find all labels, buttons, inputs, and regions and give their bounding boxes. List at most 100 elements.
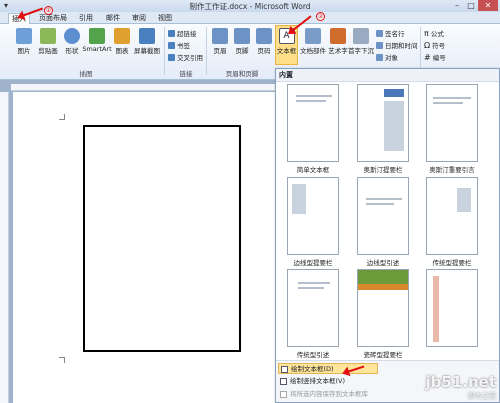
wordart-button[interactable]: 艺术字 — [326, 26, 350, 64]
tab-page-layout[interactable]: 页面布局 — [36, 13, 70, 24]
tab-view[interactable]: 视图 — [156, 13, 174, 24]
pagenum-button[interactable]: 页码 — [252, 26, 276, 64]
text-line — [298, 287, 324, 289]
textbox-gallery: 内置 简单文本框 奥斯汀提要栏 奥斯汀重要引言 边线型提要栏 边线型引述 传统型… — [275, 68, 500, 403]
separator — [164, 27, 165, 75]
symbol-label: 符号 — [432, 42, 446, 50]
hash-icon: # — [424, 53, 431, 62]
picture-button[interactable]: 图片 — [12, 26, 36, 64]
equation-label: 公式 — [430, 30, 444, 38]
bookmark-button[interactable]: 书签 — [168, 40, 190, 50]
picture-label: 图片 — [17, 47, 31, 55]
hyperlink-icon — [168, 30, 175, 37]
draw-vertical-textbox-icon — [280, 378, 287, 385]
bookmark-label: 书签 — [177, 42, 190, 50]
vertical-ruler[interactable] — [0, 92, 9, 403]
shapes-button[interactable]: 形状 — [60, 26, 84, 64]
side-stripe — [433, 276, 439, 342]
group-label-links: 链接 — [179, 70, 193, 78]
text-line — [296, 100, 326, 102]
close-button[interactable]: ✕ — [478, 0, 498, 11]
gallery-item-9[interactable] — [426, 269, 478, 347]
crossref-button[interactable]: 交叉引用 — [168, 52, 203, 62]
gallery-item-traditional-quote[interactable] — [287, 269, 339, 347]
orange-band — [358, 284, 408, 290]
sidebar-block — [457, 188, 471, 212]
maximize-button[interactable]: □ — [464, 0, 478, 11]
docparts-button[interactable]: 文档部件 — [300, 26, 326, 64]
separator — [206, 27, 207, 75]
text-line — [366, 203, 394, 205]
smartart-label: SmartArt — [82, 45, 112, 53]
gallery-caption: 边线型引述 — [366, 259, 400, 267]
signature-line-label: 签名行 — [385, 30, 405, 38]
gallery-item-austin-quote[interactable] — [426, 84, 478, 162]
object-button[interactable]: 对象 — [376, 52, 398, 62]
gallery-item-tile-sidebar[interactable] — [357, 269, 409, 347]
clipart-button[interactable]: 剪贴画 — [36, 26, 60, 64]
smartart-button[interactable]: SmartArt — [82, 26, 112, 64]
margin-corner — [59, 357, 65, 363]
hyperlink-button[interactable]: 超链接 — [168, 28, 197, 38]
datetime-button[interactable]: 日期和时间 — [376, 40, 418, 50]
footer-button[interactable]: 页脚 — [230, 26, 254, 64]
tab-review[interactable]: 审阅 — [130, 13, 148, 24]
picture-icon — [16, 28, 32, 44]
text-line — [433, 97, 471, 99]
gallery-item-edge-sidebar[interactable] — [287, 177, 339, 255]
gallery-item-edge-quote[interactable] — [357, 177, 409, 255]
title-bar: ▾ 制作工作证.docx - Microsoft Word – □ ✕ — [0, 0, 500, 12]
watermark-url: jb51.net — [425, 373, 496, 391]
gallery-caption: 瓷砖型提要栏 — [363, 351, 403, 359]
minimize-button[interactable]: – — [450, 0, 464, 11]
textbox-label: 文本框 — [276, 47, 297, 55]
dropcap-icon — [353, 28, 369, 44]
equation-button[interactable]: π 公式 — [424, 28, 444, 38]
draw-vertical-textbox-item[interactable]: 绘制竖排文本框(V) — [278, 376, 378, 387]
tab-references[interactable]: 引用 — [76, 13, 96, 24]
gallery-item-austin-sidebar[interactable] — [357, 84, 409, 162]
window-title: 制作工作证.docx - Microsoft Word — [189, 2, 311, 11]
tab-mailings[interactable]: 邮件 — [104, 13, 122, 24]
footer-label: 页脚 — [235, 47, 249, 55]
crossref-icon — [168, 54, 175, 61]
text-line — [298, 282, 330, 284]
shapes-icon — [64, 28, 80, 44]
numbering-label: 编号 — [432, 54, 446, 62]
wordart-icon — [330, 28, 346, 44]
draw-vertical-textbox-label: 绘制竖排文本框(V) — [290, 377, 346, 385]
annotation-marker: ② — [316, 12, 325, 21]
screenshot-button[interactable]: 屏幕截图 — [132, 26, 162, 64]
save-to-gallery-label: 将所选内容保存到文本框库 — [290, 390, 368, 398]
numbering-button[interactable]: # 编号 — [424, 52, 446, 62]
horizontal-ruler[interactable] — [11, 84, 275, 91]
ribbon-tabs: 插入 页面布局 引用 邮件 审阅 视图 — [0, 12, 500, 24]
signature-line-button[interactable]: 签名行 — [376, 28, 405, 38]
header-button[interactable]: 页眉 — [208, 26, 232, 64]
dropcap-button[interactable]: 首字下沉 — [348, 26, 374, 64]
group-label-header-footer: 页眉和页脚 — [225, 70, 259, 78]
footer-icon — [234, 28, 250, 44]
text-line — [296, 95, 332, 97]
drawn-textbox[interactable] — [83, 125, 241, 352]
chart-label: 图表 — [115, 47, 129, 55]
shapes-label: 形状 — [65, 47, 79, 55]
screenshot-label: 屏幕截图 — [134, 47, 160, 55]
chart-button[interactable]: 图表 — [110, 26, 134, 64]
gallery-caption: 奥斯汀提要栏 — [363, 166, 403, 174]
gallery-caption: 传统型提要栏 — [432, 259, 472, 267]
save-to-gallery-item: 将所选内容保存到文本框库 — [278, 389, 408, 400]
docparts-icon — [305, 28, 321, 44]
annotation-marker: ① — [44, 6, 53, 15]
draw-textbox-icon — [281, 366, 288, 373]
gallery-item-simple[interactable] — [287, 84, 339, 162]
text-line — [433, 102, 463, 104]
pagenum-label: 页码 — [257, 47, 271, 55]
header-label: 页眉 — [213, 47, 227, 55]
header-icon — [212, 28, 228, 44]
sidebar-block — [384, 101, 404, 151]
datetime-label: 日期和时间 — [385, 42, 418, 50]
object-icon — [376, 54, 383, 61]
gallery-item-traditional-sidebar[interactable] — [426, 177, 478, 255]
symbol-button[interactable]: Ω 符号 — [424, 40, 445, 50]
